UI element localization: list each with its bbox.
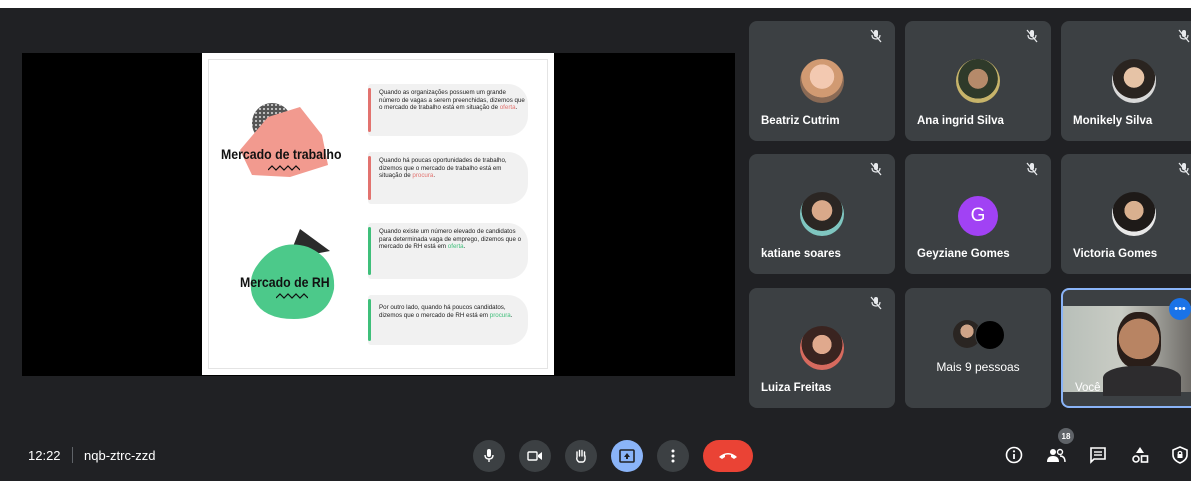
participant-tile[interactable]: katiane soares xyxy=(749,154,895,274)
card-accent-bar xyxy=(368,227,371,275)
divider xyxy=(72,447,73,463)
card-accent-bar xyxy=(368,156,371,200)
top-strip xyxy=(0,0,1191,8)
avatar-stack xyxy=(953,320,1005,350)
participant-name: Luiza Freitas xyxy=(761,382,832,394)
participant-tile[interactable]: Beatriz Cutrim xyxy=(749,21,895,141)
more-vert-icon xyxy=(671,449,675,463)
activities-button[interactable] xyxy=(1129,444,1151,466)
avatar xyxy=(1112,192,1156,236)
card-accent-bar xyxy=(368,88,371,132)
camera-button[interactable] xyxy=(519,440,551,472)
more-participants-tile[interactable]: Mais 9 pessoas xyxy=(905,288,1051,408)
squiggle-top xyxy=(268,165,300,171)
participant-name: Victoria Gomes xyxy=(1073,248,1158,260)
mic-off-icon xyxy=(870,296,882,310)
self-shirt xyxy=(1103,366,1181,396)
info-card-3: Quando existe um número elevado de candi… xyxy=(368,223,528,279)
participant-tile[interactable]: Luiza Freitas xyxy=(749,288,895,408)
participant-name: katiane soares xyxy=(761,248,841,260)
avatar xyxy=(1112,59,1156,103)
card-text: Quando existe um número elevado de candi… xyxy=(379,228,522,251)
slide-title-top: Mercado de trabalho xyxy=(221,146,342,162)
avatar-initial: G xyxy=(958,196,998,236)
participant-tile[interactable]: Victoria Gomes xyxy=(1061,154,1191,274)
mic-off-icon xyxy=(870,162,882,176)
avatar xyxy=(800,192,844,236)
meeting-time: 12:22 xyxy=(28,448,61,463)
avatar xyxy=(800,326,844,370)
participant-name: Você xyxy=(1075,382,1101,394)
card-accent-bar xyxy=(368,299,371,341)
participant-tile[interactable]: G Geyziane Gomes xyxy=(905,154,1051,274)
self-video-tile[interactable]: Você ••• xyxy=(1061,288,1191,408)
chat-button[interactable] xyxy=(1087,444,1109,466)
people-button[interactable] xyxy=(1045,444,1067,466)
participant-tile[interactable]: Ana ingrid Silva xyxy=(905,21,1051,141)
microphone-icon xyxy=(484,449,494,462)
microphone-button[interactable] xyxy=(473,440,505,472)
meeting-code: nqb-ztrc-zzd xyxy=(84,448,156,463)
participant-name: Ana ingrid Silva xyxy=(917,115,1004,127)
avatar xyxy=(800,59,844,103)
green-blob-graphic xyxy=(250,229,335,319)
info-card-1: Quando as organizações possuem um grande… xyxy=(368,84,528,136)
more-options-icon[interactable]: ••• xyxy=(1169,298,1191,320)
shield-lock-icon xyxy=(1172,446,1188,464)
activities-icon xyxy=(1132,447,1149,463)
present-button[interactable] xyxy=(611,440,643,472)
more-participants-label: Mais 9 pessoas xyxy=(936,360,1020,374)
meeting-details-button[interactable] xyxy=(1003,444,1025,466)
slide-title-bottom: Mercado de RH xyxy=(240,274,330,290)
mic-off-icon xyxy=(1026,29,1038,43)
hand-icon xyxy=(576,449,586,463)
avatar xyxy=(975,320,1005,350)
card-text: Quando há poucas oportunidades de trabal… xyxy=(379,157,507,180)
card-text: Por outro lado, quando há poucos candida… xyxy=(379,304,513,319)
info-card-4: Por outro lado, quando há poucos candida… xyxy=(368,295,528,345)
card-text: Quando as organizações possuem um grande… xyxy=(379,89,525,112)
participant-name: Geyziane Gomes xyxy=(917,248,1010,260)
present-screen-icon xyxy=(619,449,635,463)
mic-off-icon xyxy=(1178,29,1190,43)
info-icon xyxy=(1005,446,1023,464)
participant-name: Beatriz Cutrim xyxy=(761,115,840,127)
people-icon xyxy=(1047,448,1066,463)
self-face xyxy=(1117,312,1161,368)
more-options-button[interactable] xyxy=(657,440,689,472)
host-controls-button[interactable] xyxy=(1169,444,1191,466)
participant-tile[interactable]: Monikely Silva xyxy=(1061,21,1191,141)
camera-icon xyxy=(527,451,542,461)
presentation-slide: Mercado de trabalho Mercado de RH Quando… xyxy=(202,53,554,375)
participant-name: Monikely Silva xyxy=(1073,115,1153,127)
mic-off-icon xyxy=(1178,162,1190,176)
hang-up-icon xyxy=(719,453,737,459)
info-card-2: Quando há poucas oportunidades de trabal… xyxy=(368,152,528,204)
people-count-badge: 18 xyxy=(1058,428,1074,444)
mic-off-icon xyxy=(870,29,882,43)
end-call-button[interactable] xyxy=(703,440,753,472)
raise-hand-button[interactable] xyxy=(565,440,597,472)
chat-icon xyxy=(1090,447,1106,464)
squiggle-bottom xyxy=(276,293,308,299)
avatar xyxy=(956,59,1000,103)
mic-off-icon xyxy=(1026,162,1038,176)
